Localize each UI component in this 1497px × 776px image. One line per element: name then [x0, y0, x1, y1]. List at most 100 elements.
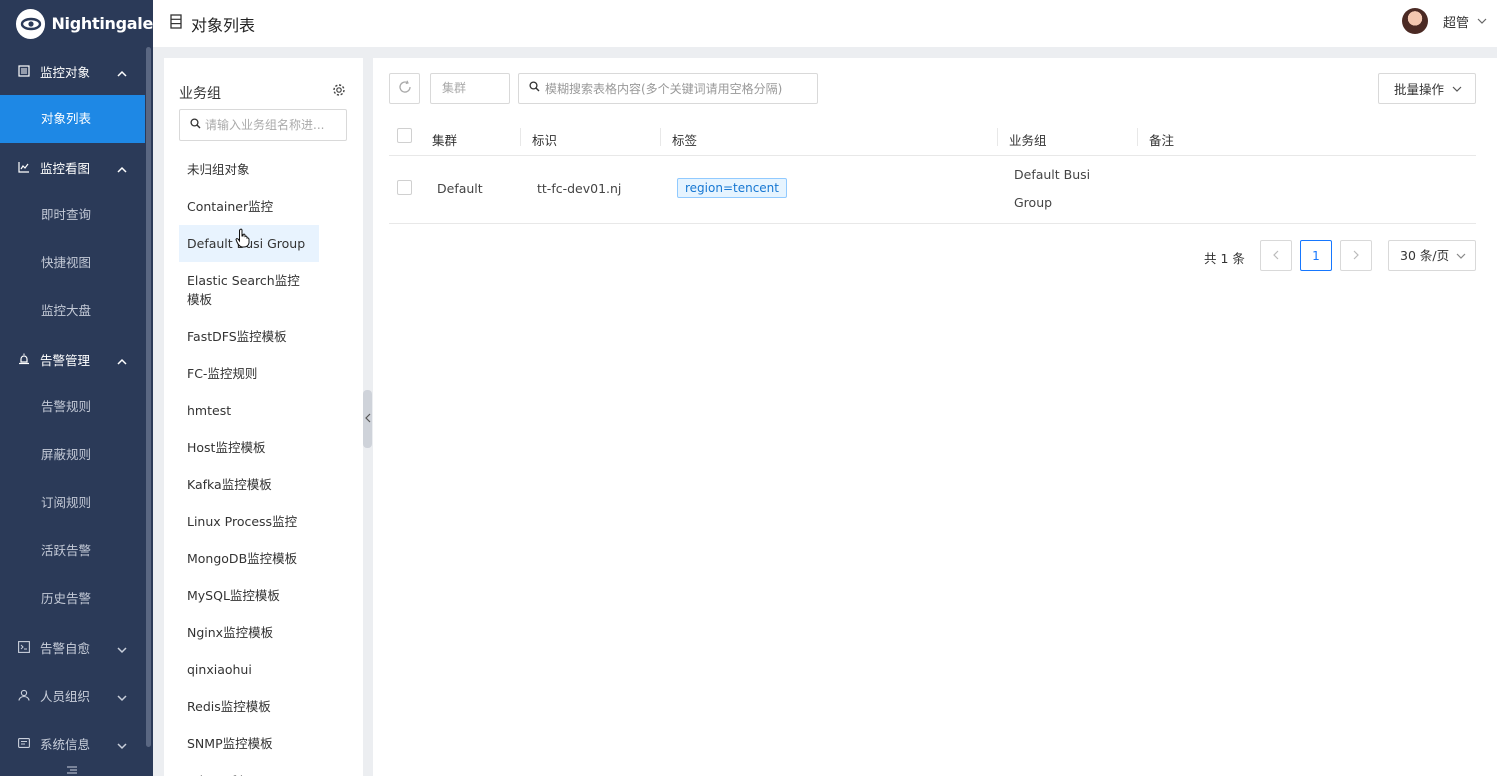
column-header-cluster[interactable]: 集群 — [432, 130, 457, 149]
menu-group-system[interactable]: 系统信息 — [0, 719, 153, 767]
row-checkbox[interactable] — [397, 180, 412, 195]
sidebar-scrollbar[interactable] — [146, 47, 151, 747]
group-item[interactable]: Elastic Search监控模板 — [179, 262, 319, 318]
menu-item-explorer[interactable]: 即时查询 — [0, 191, 145, 239]
group-item[interactable]: qinxiaohui — [179, 651, 319, 688]
group-item[interactable]: hmtest — [179, 392, 319, 429]
terminal-icon — [18, 641, 30, 653]
group-search-input[interactable] — [205, 118, 340, 132]
search-icon — [190, 117, 201, 133]
alarm-icon — [18, 353, 30, 365]
object-table: 集群 标识 标签 业务组 备注 Default tt-fc-dev01.nj r… — [389, 120, 1476, 224]
total-count: 共 1 条 — [1204, 251, 1245, 266]
group-item[interactable]: telegraf-host — [179, 762, 319, 776]
menu-group-label: 系统信息 — [40, 736, 91, 752]
chevron-down-icon — [1456, 241, 1466, 270]
nightingale-logo-icon — [16, 8, 46, 39]
chevron-right-icon — [1353, 249, 1359, 263]
menu-item-subscribe-rules[interactable]: 订阅规则 — [0, 479, 145, 527]
table-row[interactable]: Default tt-fc-dev01.nj region=tencent De… — [389, 156, 1476, 224]
menu-group-alerts[interactable]: 告警管理 — [0, 335, 153, 383]
search-icon — [529, 81, 540, 96]
chevron-up-icon — [117, 354, 127, 369]
cell-business-group: Default Busi — [1014, 167, 1091, 182]
refresh-icon — [398, 80, 412, 98]
menu-group-label: 告警自愈 — [40, 640, 91, 656]
group-item[interactable]: Container监控 — [179, 188, 319, 225]
group-item[interactable]: MongoDB监控模板 — [179, 540, 319, 577]
menu-group-label: 告警管理 — [40, 352, 91, 368]
brand-name: Nightingale — [51, 14, 153, 33]
menu-item-active-alerts[interactable]: 活跃告警 — [0, 527, 145, 575]
group-item[interactable]: 未归组对象 — [179, 151, 319, 188]
cluster-select[interactable]: 集群 — [430, 73, 510, 104]
chevron-left-icon — [1273, 249, 1279, 263]
menu-group-label: 监控看图 — [40, 160, 91, 176]
page-title-text: 对象列表 — [191, 15, 256, 35]
column-header-business-group[interactable]: 业务组 — [1009, 130, 1047, 149]
list-icon — [18, 65, 30, 77]
group-item[interactable]: MySQL监控模板 — [179, 577, 319, 614]
group-item[interactable]: SNMP监控模板 — [179, 725, 319, 762]
object-list-panel: 集群 批量操作 集群 标识 标签 业务组 备注 Default tt-fc-de… — [373, 58, 1497, 776]
line-chart-icon — [18, 161, 30, 173]
user-icon — [18, 689, 30, 701]
next-page-button[interactable] — [1340, 240, 1372, 271]
business-group-title: 业务组 — [179, 86, 221, 102]
page-size-select[interactable]: 30 条/页 — [1388, 240, 1476, 271]
column-header-tags[interactable]: 标签 — [672, 130, 697, 149]
chevron-down-icon — [117, 642, 127, 657]
page-number-button[interactable]: 1 — [1300, 240, 1332, 271]
group-item[interactable]: Nginx监控模板 — [179, 614, 319, 651]
menu-item-object-list[interactable]: 对象列表 — [0, 95, 145, 143]
select-all-checkbox[interactable] — [397, 128, 412, 143]
table-search-field[interactable] — [518, 73, 818, 104]
menu-group-people[interactable]: 人员组织 — [0, 671, 153, 719]
menu-item-history-alerts[interactable]: 历史告警 — [0, 575, 145, 623]
chevron-up-icon — [117, 162, 127, 177]
column-divider — [997, 128, 998, 146]
menu-group-label: 人员组织 — [40, 688, 91, 704]
menu-item-quick-view[interactable]: 快捷视图 — [0, 239, 145, 287]
group-item[interactable]: Linux Process监控 — [179, 503, 319, 540]
menu-item-alert-rules[interactable]: 告警规则 — [0, 383, 145, 431]
menu-group-objects[interactable]: 监控对象 — [0, 47, 153, 95]
chevron-down-icon — [117, 690, 127, 705]
group-item[interactable]: Redis监控模板 — [179, 688, 319, 725]
chevron-down-icon — [1477, 14, 1487, 29]
prev-page-button[interactable] — [1260, 240, 1292, 271]
menu-collapse-icon[interactable] — [66, 764, 78, 776]
column-divider — [1137, 128, 1138, 146]
pagination: 共 1 条 1 30 条/页 — [373, 240, 1476, 272]
column-divider — [520, 128, 521, 146]
table-search-input[interactable] — [545, 81, 815, 96]
table-header: 集群 标识 标签 业务组 备注 — [389, 120, 1476, 156]
panel-resize-handle[interactable] — [363, 390, 372, 448]
page-title: 对象列表 — [170, 12, 255, 36]
menu-item-mute-rules[interactable]: 屏蔽规则 — [0, 431, 145, 479]
batch-operations-button[interactable]: 批量操作 — [1378, 73, 1476, 104]
database-icon — [170, 14, 182, 33]
menu-group-dashboards[interactable]: 监控看图 — [0, 143, 153, 191]
menu-item-dashboards[interactable]: 监控大盘 — [0, 287, 145, 335]
group-search-field[interactable] — [179, 109, 347, 141]
column-header-note[interactable]: 备注 — [1149, 130, 1174, 149]
cell-cluster: Default — [437, 181, 483, 196]
refresh-button[interactable] — [389, 73, 420, 104]
group-item[interactable]: Host监控模板 — [179, 429, 319, 466]
group-item[interactable]: FC-监控规则 — [179, 355, 319, 392]
user-menu[interactable]: 超管 — [1401, 8, 1487, 34]
brand-logo[interactable]: Nightingale — [0, 0, 153, 47]
column-header-ident[interactable]: 标识 — [532, 130, 557, 149]
chevron-down-icon — [117, 738, 127, 753]
chevron-down-icon — [1452, 81, 1462, 96]
cell-ident[interactable]: tt-fc-dev01.nj — [537, 181, 621, 196]
info-icon — [18, 737, 30, 749]
cell-tag-badge[interactable]: region=tencent — [677, 178, 787, 198]
chevron-left-icon — [364, 413, 371, 426]
chevron-up-icon — [117, 66, 127, 81]
group-item[interactable]: FastDFS监控模板 — [179, 318, 319, 355]
menu-group-self-healing[interactable]: 告警自愈 — [0, 623, 153, 671]
gear-icon[interactable] — [332, 83, 346, 101]
group-item[interactable]: Kafka监控模板 — [179, 466, 319, 503]
